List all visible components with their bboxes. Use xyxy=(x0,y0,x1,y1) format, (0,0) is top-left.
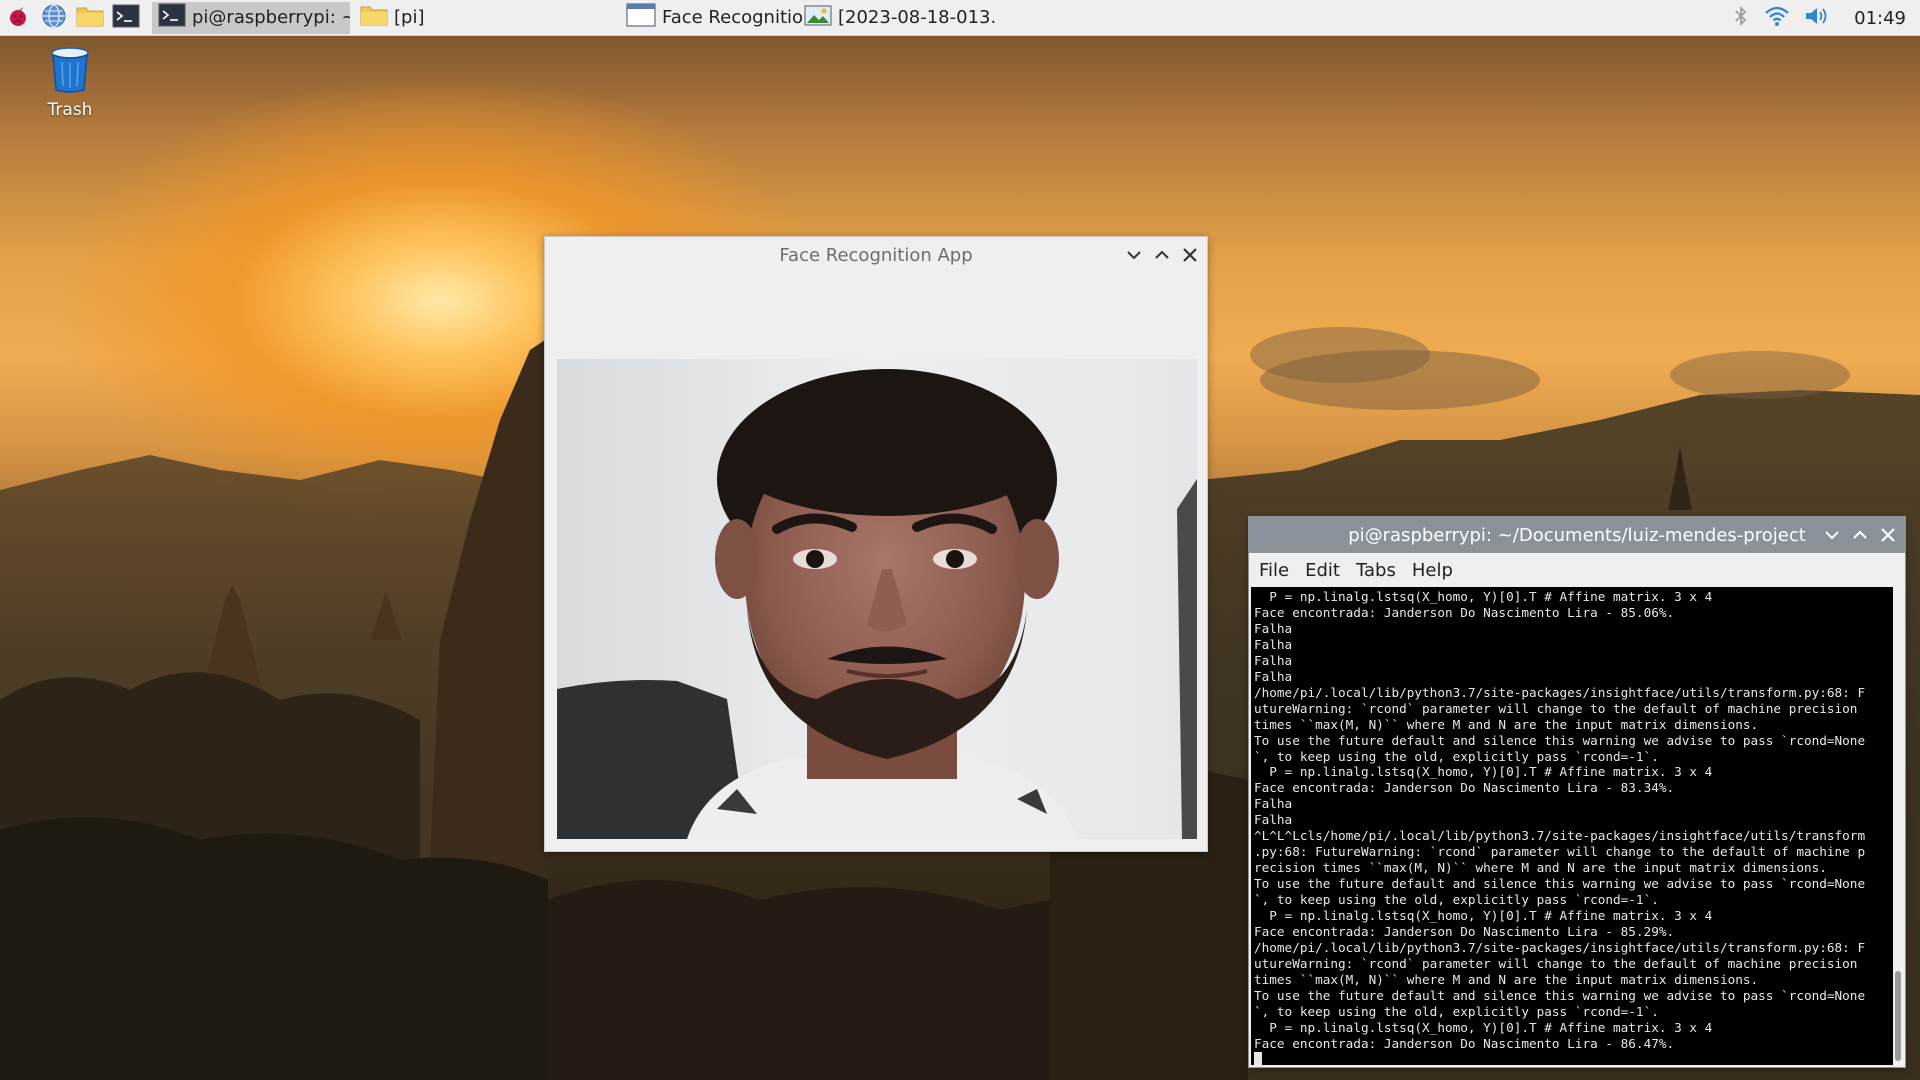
chevron-up-icon xyxy=(1853,530,1867,539)
chevron-down-icon xyxy=(1825,531,1839,540)
trash-icon xyxy=(45,47,95,98)
raspberry-icon xyxy=(5,3,31,33)
menu-edit[interactable]: Edit xyxy=(1305,560,1340,581)
web-browser-launcher[interactable] xyxy=(36,0,72,36)
terminal-line: P = np.linalg.lstsq(X_homo, Y)[0].T # Af… xyxy=(1254,589,1713,604)
terminal-output[interactable]: P = np.linalg.lstsq(X_homo, Y)[0].T # Af… xyxy=(1251,587,1893,1065)
terminal-titlebar[interactable]: pi@raspberrypi: ~/Documents/luiz-mendes-… xyxy=(1249,517,1905,553)
menu-file[interactable]: File xyxy=(1259,560,1289,581)
terminal-menubar: File Edit Tabs Help xyxy=(1249,553,1905,587)
terminal-line: Falha xyxy=(1254,812,1293,828)
face-recognition-window: Face Recognition App xyxy=(544,236,1208,852)
close-button[interactable] xyxy=(1879,526,1897,544)
chevron-down-icon xyxy=(1127,251,1141,260)
window-icon xyxy=(626,3,656,32)
terminal-line: utureWarning: `rcond` parameter will cha… xyxy=(1254,955,1858,971)
system-tray: 01:49 xyxy=(1732,0,1920,36)
task-image-viewer[interactable]: [2023-08-18-013... xyxy=(798,2,998,34)
terminal-line: To use the future default and silence th… xyxy=(1254,987,1866,1003)
wifi-icon[interactable] xyxy=(1764,5,1790,31)
close-button[interactable] xyxy=(1181,246,1199,264)
task-terminal[interactable]: pi@raspberrypi: ~... xyxy=(152,1,350,34)
terminal-prompt xyxy=(1254,1051,1893,1065)
trash-label: Trash xyxy=(47,100,93,120)
folder-icon xyxy=(360,3,388,32)
window-controls xyxy=(1125,237,1199,273)
terminal-line: Falha xyxy=(1254,636,1293,652)
terminal-line: P = np.linalg.lstsq(X_homo, Y)[0].T # Af… xyxy=(1254,908,1713,924)
terminal-line: recision times ``max(M, N)`` where M and… xyxy=(1254,860,1827,876)
task-label: [2023-08-18-013... xyxy=(838,7,998,28)
terminal-line: Falha xyxy=(1254,652,1293,668)
terminal-icon xyxy=(112,4,140,32)
task-label: Face Recognition... xyxy=(662,7,820,28)
terminal-launcher[interactable] xyxy=(108,0,144,36)
task-label: pi@raspberrypi: ~... xyxy=(192,7,350,28)
terminal-window: pi@raspberrypi: ~/Documents/luiz-mendes-… xyxy=(1248,516,1906,1068)
terminal-icon xyxy=(158,3,186,32)
volume-icon[interactable] xyxy=(1804,5,1832,31)
maximize-button[interactable] xyxy=(1153,246,1171,264)
close-icon xyxy=(1881,528,1895,542)
terminal-line: /home/pi/.local/lib/python3.7/site-packa… xyxy=(1254,939,1866,955)
task-face-recognition[interactable]: Face Recognition... xyxy=(620,2,820,34)
task-file-manager[interactable]: [pi] xyxy=(354,2,554,34)
raspberry-menu-button[interactable] xyxy=(0,0,36,36)
face-window-titlebar[interactable]: Face Recognition App xyxy=(545,237,1207,273)
terminal-line: Face encontrada: Janderson Do Nascimento… xyxy=(1254,780,1675,796)
camera-feed xyxy=(557,359,1197,839)
terminal-line: Falha xyxy=(1254,668,1293,684)
globe-icon xyxy=(41,3,67,33)
file-manager-launcher[interactable] xyxy=(72,0,108,36)
terminal-line: `, to keep using the old, explicitly pas… xyxy=(1254,748,1659,764)
desktop-trash[interactable]: Trash xyxy=(34,44,106,120)
minimize-button[interactable] xyxy=(1125,246,1143,264)
terminal-line: times ``max(M, N)`` where M and N are th… xyxy=(1254,971,1759,987)
terminal-line: Face encontrada: Janderson Do Nascimento… xyxy=(1254,924,1675,940)
terminal-line: .py:68: FutureWarning: `rcond` parameter… xyxy=(1254,844,1866,860)
terminal-line: utureWarning: `rcond` parameter will cha… xyxy=(1254,700,1858,716)
window-controls xyxy=(1823,517,1897,553)
terminal-line: To use the future default and silence th… xyxy=(1254,732,1866,748)
terminal-line: `, to keep using the old, explicitly pas… xyxy=(1254,1003,1659,1019)
window-title: Face Recognition App xyxy=(779,244,973,266)
terminal-line: To use the future default and silence th… xyxy=(1254,876,1866,892)
terminal-line: ^L^L^Lcls/home/pi/.local/lib/python3.7/s… xyxy=(1254,828,1866,844)
terminal-line: P = np.linalg.lstsq(X_homo, Y)[0].T # Af… xyxy=(1254,764,1713,780)
terminal-line: Face encontrada: Janderson Do Nascimento… xyxy=(1254,1035,1675,1051)
terminal-scrollbar[interactable] xyxy=(1893,587,1903,1065)
terminal-cursor xyxy=(1254,1051,1262,1065)
bluetooth-icon[interactable] xyxy=(1732,4,1750,32)
terminal-line: Face encontrada: Janderson Do Nascimento… xyxy=(1254,604,1675,620)
menu-tabs[interactable]: Tabs xyxy=(1356,560,1396,581)
maximize-button[interactable] xyxy=(1851,526,1869,544)
menu-help[interactable]: Help xyxy=(1412,560,1453,581)
clock[interactable]: 01:49 xyxy=(1854,8,1906,29)
terminal-line: /home/pi/.local/lib/python3.7/site-packa… xyxy=(1254,684,1866,700)
scrollbar-thumb[interactable] xyxy=(1895,971,1901,1061)
chevron-up-icon xyxy=(1155,250,1169,259)
terminal-line: `, to keep using the old, explicitly pas… xyxy=(1254,892,1659,908)
taskbar: pi@raspberrypi: ~... [pi] Face Recogniti… xyxy=(0,0,1920,36)
folder-icon xyxy=(76,4,104,32)
terminal-line: times ``max(M, N)`` where M and N are th… xyxy=(1254,716,1759,732)
terminal-line: Falha xyxy=(1254,796,1293,812)
window-title: pi@raspberrypi: ~/Documents/luiz-mendes-… xyxy=(1348,524,1806,546)
terminal-line: P = np.linalg.lstsq(X_homo, Y)[0].T # Af… xyxy=(1254,1019,1713,1035)
camera-frame-image xyxy=(557,359,1197,839)
close-icon xyxy=(1183,248,1197,262)
image-icon xyxy=(804,3,832,32)
task-label: [pi] xyxy=(394,7,425,28)
minimize-button[interactable] xyxy=(1823,526,1841,544)
terminal-line: Falha xyxy=(1254,620,1293,636)
